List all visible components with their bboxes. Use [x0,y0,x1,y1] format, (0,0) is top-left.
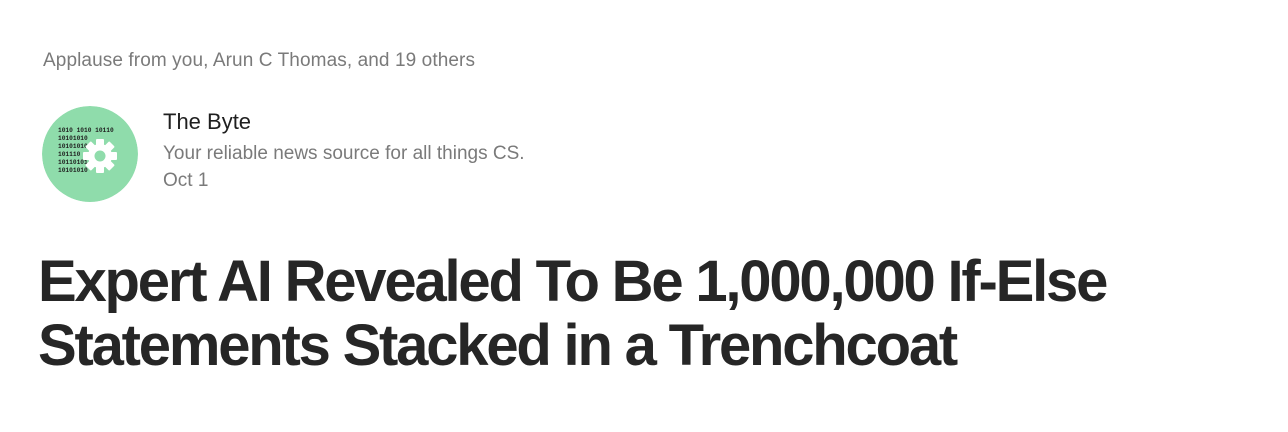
post-date: Oct 1 [163,170,209,191]
post-card: Applause from you, Arun C Thomas, and 19… [0,0,1288,432]
logo-binary-line: 101110 [58,151,81,158]
logo-binary-line: 1010 1010 10110 [58,127,114,134]
binary-gear-logo-icon: 1010 1010 10110 10101010 10101010 101110… [42,106,138,202]
post-title-link[interactable]: Expert AI Revealed To Be 1,000,000 If-El… [38,250,1258,378]
publication-description: Your reliable news source for all things… [163,143,525,164]
applause-note: Applause from you, Arun C Thomas, and 19… [43,50,476,71]
publication-name-link[interactable]: The Byte [163,109,251,135]
publication-avatar-icon[interactable]: 1010 1010 10110 10101010 10101010 101110… [42,106,138,202]
logo-binary-line: 10110101 [58,159,88,166]
logo-binary-line: 10101010 [58,167,88,174]
logo-binary-line: 10101010 [58,143,88,150]
logo-binary-line: 10101010 [58,135,88,142]
